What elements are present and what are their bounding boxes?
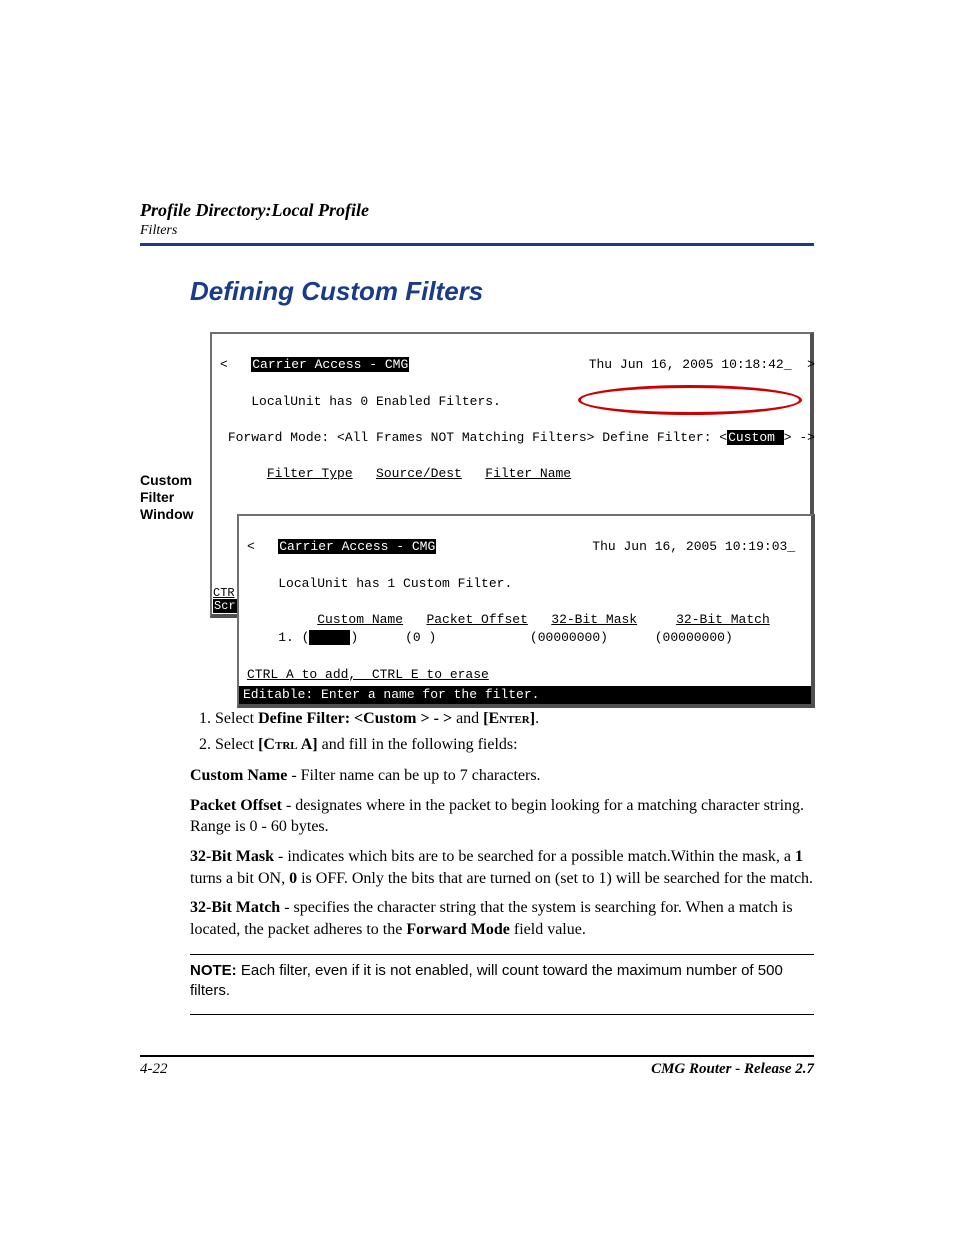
row-offset: (0 ) [405, 630, 436, 645]
help-line: CTRL A to add, CTRL E to erase [247, 667, 489, 682]
terminal-window-1: < Carrier Access - CMG Thu Jun 16, 2005 … [210, 332, 814, 618]
t: Select [215, 736, 258, 753]
define-label: Define Filter: < [594, 430, 727, 445]
figure-callout: Custom Filter Window [140, 472, 210, 522]
trunc-line: Scr [213, 599, 237, 613]
fwd-value: <All Frames NOT Matching Filters> [337, 430, 594, 445]
t: and [452, 710, 483, 727]
def-para: Custom Name - Filter name can be up to 7… [190, 765, 814, 787]
t: turns a bit ON, [190, 870, 289, 887]
step-item: Select Define Filter: <Custom > - > and … [215, 708, 814, 730]
t: - indicates which bits are to be searche… [274, 848, 795, 865]
define-tail: > -> [784, 430, 815, 445]
step-list: Select Define Filter: <Custom > - > and … [190, 708, 814, 755]
terminal-content: < Carrier Access - CMG Thu Jun 16, 2005 … [239, 516, 811, 704]
col-header: Custom Name [317, 612, 403, 627]
section-title: Defining Custom Filters [190, 276, 814, 307]
def-para: 32-Bit Match - specifies the character s… [190, 897, 814, 940]
callout-line: Custom [140, 472, 192, 488]
body-text: Select Define Filter: <Custom > - > and … [190, 708, 814, 1015]
t: is OFF. Only the bits that are turned on… [297, 870, 813, 887]
footer-row: 4-22 CMG Router - Release 2.7 [140, 1061, 814, 1078]
running-head: Profile Directory:Local Profile Filters [140, 200, 814, 239]
row-mask: (00000000) [530, 630, 608, 645]
app-title: Carrier Access - CMG [278, 539, 436, 554]
terminal-window-2: < Carrier Access - CMG Thu Jun 16, 2005 … [237, 514, 815, 708]
t: Define Filter: <Custom > - > [258, 710, 452, 727]
running-title: Profile Directory:Local Profile [140, 200, 814, 221]
step-item: Select [Ctrl A] and fill in the followin… [215, 734, 814, 756]
term: 32-Bit Mask [190, 848, 274, 865]
bracket-left: < [220, 357, 228, 372]
t: - designates where in the packet to begi… [190, 797, 804, 836]
doc-name: CMG Router - Release 2.7 [651, 1061, 814, 1078]
t: Select [215, 710, 258, 727]
terminal-window-2-wrap: < Carrier Access - CMG Thu Jun 16, 2005 … [237, 514, 815, 708]
page-number: 4-22 [140, 1061, 168, 1078]
bracket-left: < [247, 539, 255, 554]
t: and fill in the following fields: [318, 736, 518, 753]
col-header: 32-Bit Mask [551, 612, 637, 627]
t: . [535, 710, 539, 727]
note-block: NOTE: Each filter, even if it is not ena… [190, 961, 814, 1000]
term: Packet Offset [190, 797, 282, 814]
footer-rule [140, 1055, 814, 1057]
t: [Enter] [483, 710, 535, 727]
term: 32-Bit Match [190, 899, 280, 916]
callout-line: Window [140, 506, 194, 522]
row-idx: 1. ( [278, 630, 309, 645]
note-body: Each filter, even if it is not enabled, … [190, 962, 783, 999]
note-rule-top [190, 954, 814, 955]
col-header: Packet Offset [426, 612, 527, 627]
status-bar: Editable: Enter a name for the filter. [239, 686, 811, 704]
row-name-input[interactable] [309, 630, 350, 645]
running-subtitle: Filters [140, 223, 814, 239]
fwd-label: Forward Mode: [228, 430, 337, 445]
figure-area: Custom Filter Window < Carrier Access - … [210, 332, 814, 618]
bracket-right: > [807, 357, 815, 372]
truncated-label: CTR Scr [213, 587, 237, 613]
status-line: LocalUnit has 0 Enabled Filters. [251, 394, 501, 409]
col-header: Filter Name [485, 466, 571, 481]
t: 0 [289, 870, 297, 887]
callout-line: Filter [140, 489, 174, 505]
page: Profile Directory:Local Profile Filters … [0, 0, 954, 1178]
t: 1 [795, 848, 803, 865]
terminal-content: < Carrier Access - CMG Thu Jun 16, 2005 … [212, 334, 810, 510]
def-para: Packet Offset - designates where in the … [190, 795, 814, 838]
timestamp: Thu Jun 16, 2005 10:19:03_ [592, 539, 795, 554]
def-para: 32-Bit Mask - indicates which bits are t… [190, 846, 814, 889]
t: Forward Mode [406, 921, 510, 938]
term: Custom Name [190, 767, 287, 784]
t: - Filter name can be up to 7 characters. [287, 767, 540, 784]
trunc-line: CTR [213, 586, 235, 600]
note-label: NOTE: [190, 962, 241, 979]
note-rule-bottom [190, 1014, 814, 1015]
footer: 4-22 CMG Router - Release 2.7 [140, 1055, 814, 1078]
app-title: Carrier Access - CMG [251, 357, 409, 372]
col-header: 32-Bit Match [676, 612, 770, 627]
col-header: Filter Type [267, 466, 353, 481]
col-header: Source/Dest [376, 466, 462, 481]
row-name-tail: ) [350, 630, 358, 645]
status-line: LocalUnit has 1 Custom Filter. [278, 576, 512, 591]
timestamp: Thu Jun 16, 2005 10:18:42_ [589, 357, 792, 372]
header-rule [140, 243, 814, 246]
t: [Ctrl A] [258, 736, 318, 753]
define-value: Custom [727, 430, 784, 445]
t: field value. [510, 921, 586, 938]
row-match: (00000000) [655, 630, 733, 645]
